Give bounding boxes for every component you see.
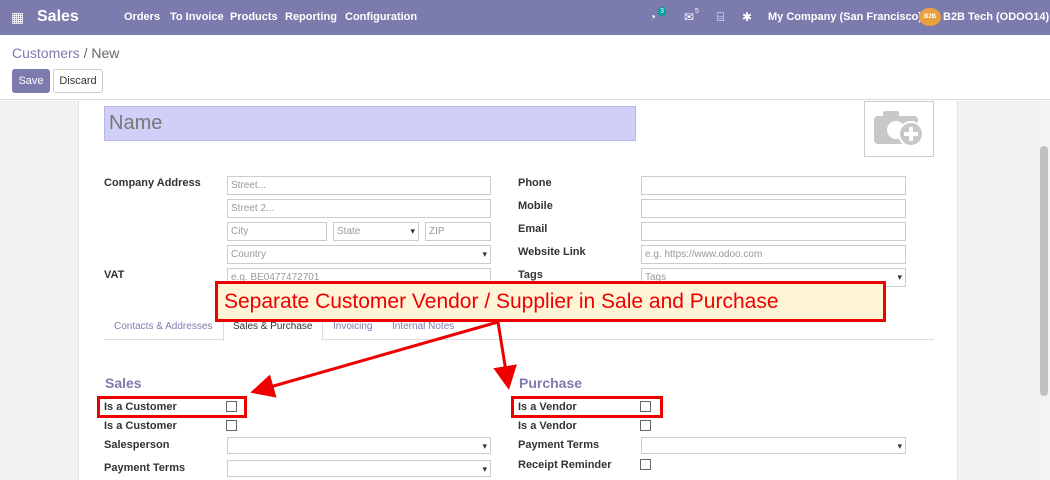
user-menu[interactable]: B2B Tech (ODOO14) [943,11,1049,23]
messages-badge: 5 [695,8,699,15]
control-panel: Customers / New Save Discard [0,35,1050,100]
breadcrumb: Customers / New [12,45,119,61]
menu-orders[interactable]: Orders [124,11,160,23]
breadcrumb-separator: / [83,45,88,61]
receipt-reminder-label: Receipt Reminder [518,459,612,471]
tab-internal-notes[interactable]: Internal Notes [392,321,454,332]
name-input[interactable]: Name [104,106,636,141]
messages-icon[interactable]: ✉ 5 [684,8,699,24]
top-navbar: ▦ Sales Orders To Invoice Products Repor… [0,0,1050,35]
purchase-payment-terms-label: Payment Terms [518,439,600,451]
is-customer-checkbox[interactable] [226,420,237,431]
scrollbar-thumb[interactable] [1040,146,1048,396]
purchase-payment-terms-select[interactable] [641,437,906,454]
state-select[interactable]: State [333,222,419,241]
vat-label: VAT [104,269,125,281]
menu-reporting[interactable]: Reporting [285,11,337,23]
company-switcher[interactable]: My Company (San Francisco) [768,11,922,23]
website-input[interactable]: e.g. https://www.odoo.com [641,245,906,264]
sales-section-title: Sales [105,375,142,391]
activity-badge: 3 [658,7,666,16]
email-input[interactable] [641,222,906,241]
website-label: Website Link [518,246,586,258]
tab-sales-purchase[interactable]: Sales & Purchase [233,321,313,332]
annotation-banner: Separate Customer Vendor / Supplier in S… [215,281,886,322]
tab-contacts-addresses[interactable]: Contacts & Addresses [114,321,212,332]
tab-invoicing[interactable]: Invoicing [333,321,372,332]
street2-input[interactable]: Street 2... [227,199,491,218]
phone-input[interactable] [641,176,906,195]
email-label: Email [518,223,548,235]
discard-button[interactable]: Discard [53,69,103,93]
is-customer-label: Is a Customer [104,420,177,432]
vendor-highlight-box [511,396,663,418]
tags-label: Tags [518,269,543,281]
salesperson-label: Salesperson [104,439,170,451]
purchase-section-title: Purchase [519,375,583,391]
save-button[interactable]: Save [12,69,50,93]
sales-payment-terms-select[interactable] [227,460,491,477]
breadcrumb-customers-link[interactable]: Customers [12,45,80,61]
is-vendor-label: Is a Vendor [518,420,577,432]
menu-products[interactable]: Products [230,11,278,23]
gift-icon[interactable]: ⌸ [717,10,724,25]
menu-to-invoice[interactable]: To Invoice [170,11,224,23]
customer-highlight-box [97,396,247,418]
apps-menu-icon[interactable]: ▦ [11,9,24,26]
bug-icon[interactable]: ✱ [742,10,752,24]
image-upload[interactable] [864,101,934,157]
activity-icon[interactable]: ◔ 3 [649,7,666,24]
breadcrumb-current: New [91,45,120,61]
country-select[interactable]: Country [227,245,491,264]
user-avatar[interactable]: B2B [919,8,941,26]
sales-payment-terms-label: Payment Terms [104,462,186,474]
mobile-input[interactable] [641,199,906,218]
mobile-label: Mobile [518,200,553,212]
phone-label: Phone [518,177,552,189]
zip-input[interactable]: ZIP [425,222,491,241]
is-vendor-checkbox[interactable] [640,420,651,431]
receipt-reminder-checkbox[interactable] [640,459,651,470]
menu-configuration[interactable]: Configuration [345,11,417,23]
city-input[interactable]: City [227,222,327,241]
app-title[interactable]: Sales [37,8,79,26]
salesperson-select[interactable] [227,437,491,454]
camera-plus-icon [874,111,924,147]
company-address-label: Company Address [104,177,201,189]
street-input[interactable]: Street... [227,176,491,195]
scrollbar[interactable] [1038,101,1050,480]
